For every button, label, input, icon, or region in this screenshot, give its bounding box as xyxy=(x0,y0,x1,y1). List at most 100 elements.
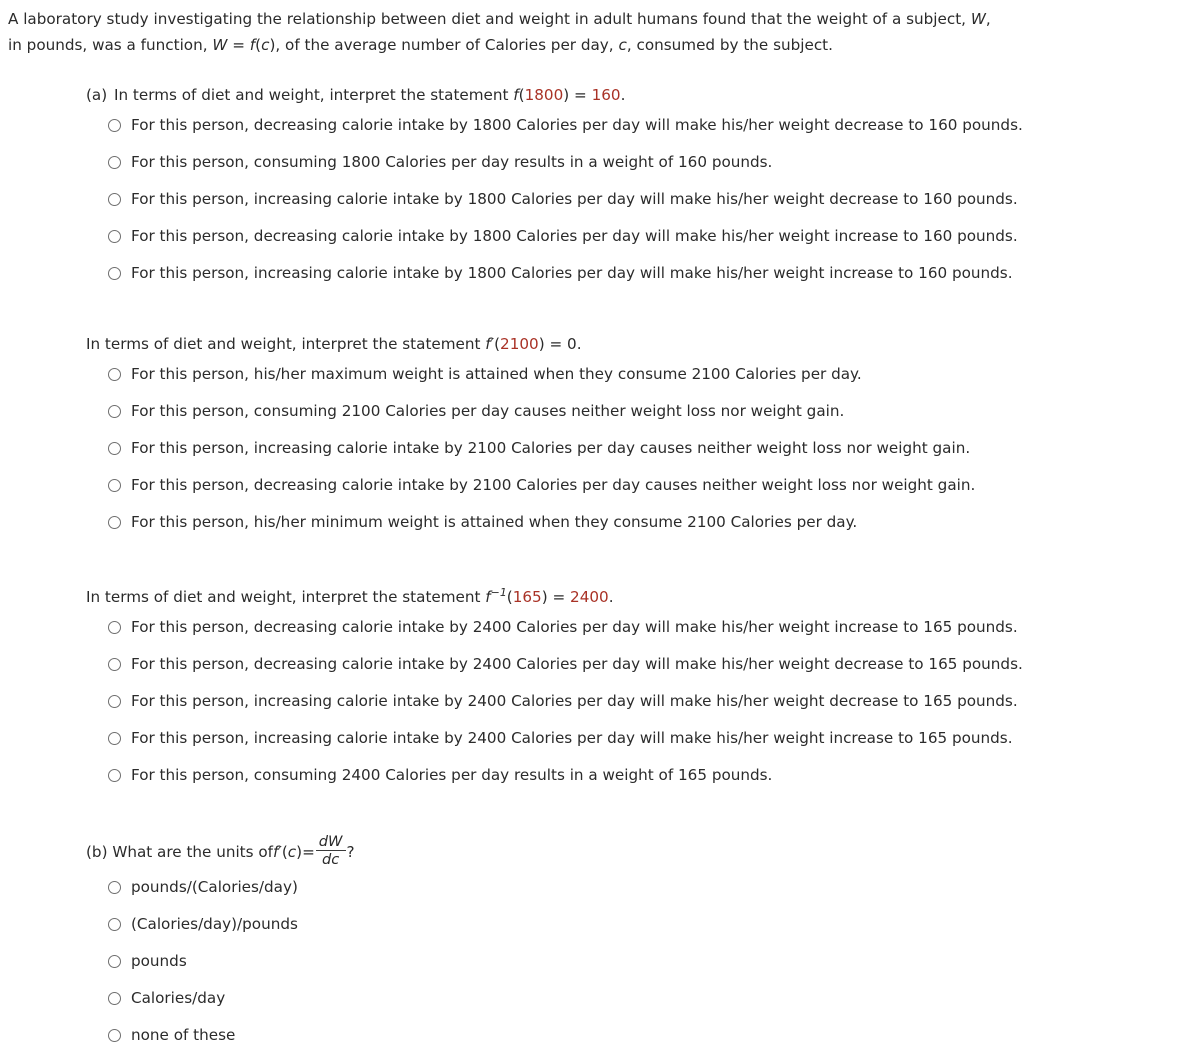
radio-button-icon[interactable] xyxy=(108,658,121,672)
radio-button-icon[interactable] xyxy=(108,732,121,746)
variable-c-2: c xyxy=(618,36,627,54)
option-label: For this person, increasing calorie inta… xyxy=(131,264,1013,282)
option-label: Calories/day xyxy=(131,989,226,1008)
radio-button-icon[interactable] xyxy=(108,230,121,243)
option-row[interactable]: For this person, decreasing calorie inta… xyxy=(108,467,1200,504)
argument-165: 165 xyxy=(512,588,542,607)
part-a-prompt: (a) In terms of diet and weight, interpr… xyxy=(86,83,1200,107)
question-page: A laboratory study investigating the rel… xyxy=(0,0,1200,1044)
radio-button-icon[interactable] xyxy=(108,267,121,280)
option-row[interactable]: For this person, decreasing calorie inta… xyxy=(108,609,1200,646)
part-a3-block: In terms of diet and weight, interpret t… xyxy=(86,581,1200,794)
option-row[interactable]: For this person, increasing calorie inta… xyxy=(108,683,1200,720)
variable-w-2: W xyxy=(212,36,228,54)
option-row[interactable]: For this person, decreasing calorie inta… xyxy=(108,218,1200,255)
paren-close: ), xyxy=(269,36,281,54)
radio-button-icon[interactable] xyxy=(108,442,121,455)
part-a-options: For this person, decreasing calorie inta… xyxy=(86,107,1200,292)
part-a2-options: For this person, his/her maximum weight … xyxy=(86,356,1200,541)
option-label: For this person, decreasing calorie inta… xyxy=(131,116,1023,134)
part-a3-options: For this person, decreasing calorie inta… xyxy=(86,609,1200,794)
variable-c-b: c xyxy=(287,842,297,861)
intro-text-1-end: , xyxy=(985,10,991,28)
option-label: For this person, decreasing calorie inta… xyxy=(131,476,976,494)
option-row[interactable]: For this person, increasing calorie inta… xyxy=(108,430,1200,467)
question-mark: ? xyxy=(346,842,355,861)
option-row[interactable]: For this person, increasing calorie inta… xyxy=(108,181,1200,218)
option-row[interactable]: pounds/(Calories/day) xyxy=(108,869,1200,906)
fraction-denominator: dc xyxy=(322,851,340,869)
radio-button-icon[interactable] xyxy=(108,368,121,381)
period-a: . xyxy=(620,86,626,104)
variable-w: W xyxy=(970,10,986,28)
option-row[interactable]: For this person, consuming 2400 Calories… xyxy=(108,757,1200,794)
part-a2-prompt-text: In terms of diet and weight, interpret t… xyxy=(86,335,486,353)
part-a2-prompt: In terms of diet and weight, interpret t… xyxy=(86,332,1200,356)
problem-statement-line-2: in pounds, was a function, W = f(c), of … xyxy=(8,32,1192,58)
part-a2-block: In terms of diet and weight, interpret t… xyxy=(86,332,1200,541)
part-b-prompt-text: What are the units of xyxy=(112,842,274,861)
equals-a2: = xyxy=(544,335,568,353)
option-label: For this person, increasing calorie inta… xyxy=(131,729,1013,748)
radio-button-icon[interactable] xyxy=(108,193,121,206)
part-a-block: (a) In terms of diet and weight, interpr… xyxy=(86,83,1200,292)
part-b-label: (b) xyxy=(86,842,108,861)
option-row[interactable]: For this person, his/her maximum weight … xyxy=(108,356,1200,393)
option-row[interactable]: Calories/day xyxy=(108,980,1200,1017)
intro-text-3: of the average number of Calories per da… xyxy=(280,36,619,54)
option-row[interactable]: For this person, his/her minimum weight … xyxy=(108,504,1200,541)
radio-button-icon[interactable] xyxy=(108,918,121,932)
option-row[interactable]: (Calories/day)/pounds xyxy=(108,906,1200,943)
radio-button-icon[interactable] xyxy=(108,695,121,709)
option-row[interactable]: For this person, consuming 1800 Calories… xyxy=(108,144,1200,181)
radio-button-icon[interactable] xyxy=(108,955,121,969)
period-a2: . xyxy=(576,335,582,353)
radio-button-icon[interactable] xyxy=(108,881,121,895)
option-label: For this person, decreasing calorie inta… xyxy=(131,655,1023,674)
option-row[interactable]: pounds xyxy=(108,943,1200,980)
option-label: For this person, increasing calorie inta… xyxy=(131,692,1018,711)
option-label: pounds xyxy=(131,952,187,971)
radio-button-icon[interactable] xyxy=(108,992,121,1006)
option-label: For this person, consuming 1800 Calories… xyxy=(131,153,773,171)
derivative-fraction: dW dc xyxy=(315,833,346,869)
option-row[interactable]: none of these xyxy=(108,1017,1200,1054)
equals-a3: = xyxy=(547,588,571,607)
equals-b: = xyxy=(302,842,315,861)
radio-button-icon[interactable] xyxy=(108,769,121,783)
problem-statement: A laboratory study investigating the rel… xyxy=(0,0,1200,58)
radio-button-icon[interactable] xyxy=(108,119,121,132)
option-label: For this person, his/her maximum weight … xyxy=(131,365,862,383)
option-label: pounds/(Calories/day) xyxy=(131,878,298,897)
option-label: For this person, decreasing calorie inta… xyxy=(131,227,1018,245)
argument-2100: 2100 xyxy=(500,335,539,353)
option-label: For this person, increasing calorie inta… xyxy=(131,190,1018,208)
option-row[interactable]: For this person, decreasing calorie inta… xyxy=(108,646,1200,683)
radio-button-icon[interactable] xyxy=(108,516,121,529)
radio-button-icon[interactable] xyxy=(108,405,121,418)
option-label: For this person, decreasing calorie inta… xyxy=(131,618,1018,637)
option-label: For this person, increasing calorie inta… xyxy=(131,439,971,457)
exponent-minus-one: −1 xyxy=(490,586,507,599)
period-a3: . xyxy=(608,588,614,607)
radio-button-icon[interactable] xyxy=(108,621,121,635)
option-row[interactable]: For this person, increasing calorie inta… xyxy=(108,255,1200,292)
option-row[interactable]: For this person, increasing calorie inta… xyxy=(108,720,1200,757)
option-label: For this person, his/her minimum weight … xyxy=(131,513,858,531)
value-0: 0 xyxy=(567,335,577,353)
argument-1800: 1800 xyxy=(524,86,564,104)
value-2400: 2400 xyxy=(570,588,609,607)
equals-sign: = xyxy=(227,36,250,54)
problem-statement-line-1: A laboratory study investigating the rel… xyxy=(8,6,1192,32)
option-row[interactable]: For this person, decreasing calorie inta… xyxy=(108,107,1200,144)
option-row[interactable]: For this person, consuming 2100 Calories… xyxy=(108,393,1200,430)
intro-text-4: , consumed by the subject. xyxy=(626,36,833,54)
part-b-prompt: (b) What are the units of f ′(c) = dW dc? xyxy=(86,833,1200,869)
intro-text-1: A laboratory study investigating the rel… xyxy=(8,10,971,28)
radio-button-icon[interactable] xyxy=(108,156,121,169)
radio-button-icon[interactable] xyxy=(108,1029,121,1043)
radio-button-icon[interactable] xyxy=(108,479,121,492)
intro-text-2: in pounds, was a function, xyxy=(8,36,213,54)
option-label: For this person, consuming 2100 Calories… xyxy=(131,402,845,420)
part-b-block: (b) What are the units of f ′(c) = dW dc? … xyxy=(86,833,1200,1054)
